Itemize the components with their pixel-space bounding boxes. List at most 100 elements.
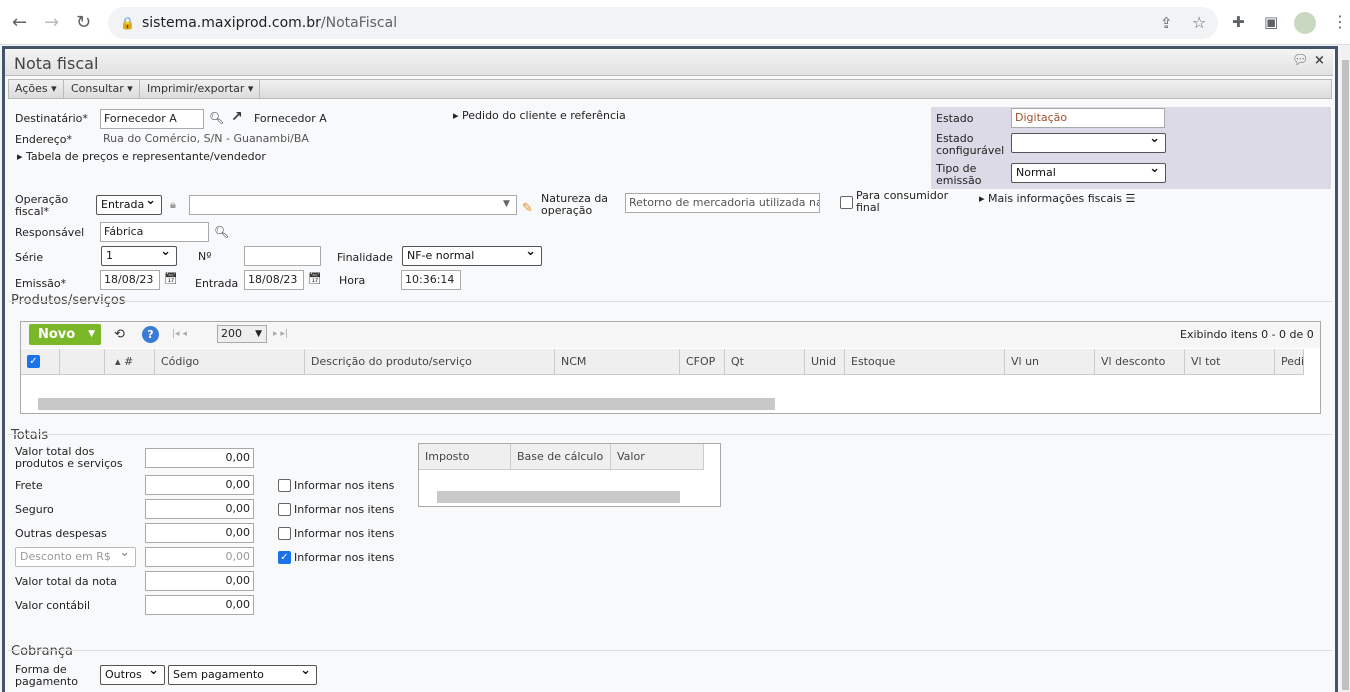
divider xyxy=(8,434,1332,435)
desconto-checkbox[interactable]: ✓ xyxy=(278,551,291,564)
menu-icon[interactable]: ⋮ xyxy=(1332,12,1348,31)
novo-button[interactable]: Novo ▼ xyxy=(29,324,101,345)
column-header-ncm[interactable]: NCM xyxy=(555,349,680,375)
estado-config-select[interactable] xyxy=(1011,130,1166,153)
select-all-checkbox[interactable]: ✓ xyxy=(27,355,40,368)
pedido-link[interactable]: ▸ Pedido do cliente e referência xyxy=(453,110,626,122)
calendar-icon[interactable]: 📅︎ xyxy=(308,272,322,285)
extensions-icon[interactable]: ✚ xyxy=(1232,13,1245,31)
frete-checkbox[interactable] xyxy=(278,479,291,492)
search-icon[interactable]: 🔍︎ xyxy=(214,225,229,239)
hora-input[interactable]: 10:36:14 xyxy=(401,270,461,290)
next-page-icon[interactable]: ▸ ▸| xyxy=(273,329,288,339)
horizontal-scrollbar[interactable] xyxy=(38,398,775,410)
desconto-check-label: Informar nos itens xyxy=(294,551,395,564)
seguro-input[interactable]: 0,00 xyxy=(145,499,254,519)
mais-info-label: Mais informações fiscais xyxy=(988,192,1122,205)
destinatario-link[interactable]: Fornecedor A xyxy=(254,113,327,125)
tipo-emissao-label: Tipo de emissão xyxy=(936,162,982,187)
column-header-base[interactable]: Base de cálculo xyxy=(511,444,611,470)
operacao-select[interactable]: Entrada xyxy=(96,192,162,215)
tipo-emissao-select[interactable]: Normal xyxy=(1011,160,1166,183)
external-link-icon[interactable]: ↗ xyxy=(231,109,243,125)
share-icon[interactable]: ⇪ xyxy=(1160,14,1173,32)
serie-select[interactable]: 1 xyxy=(101,243,177,266)
outras-despesas-input[interactable]: 0,00 xyxy=(145,523,254,543)
comment-icon[interactable]: 💬︎ xyxy=(1292,53,1309,68)
menu-consultar[interactable]: Consultar ▾ xyxy=(65,80,140,98)
first-page-icon[interactable]: |◂ ◂ xyxy=(172,329,187,339)
calendar-icon[interactable]: 📅︎ xyxy=(164,272,178,285)
desconto-input[interactable]: 0,00 xyxy=(145,547,254,567)
frete-check-label: Informar nos itens xyxy=(294,479,395,492)
address-bar[interactable]: 🔒 sistema.maxiprod.com.br/NotaFiscal xyxy=(108,7,1218,39)
column-header-pedido[interactable]: Pedi xyxy=(1275,349,1304,375)
desconto-select[interactable]: Desconto em R$ xyxy=(15,544,136,567)
estado-config-label: Estado configurável xyxy=(936,132,1005,157)
page-size-select[interactable]: 200 ▼ xyxy=(217,325,267,343)
responsavel-label: Responsável xyxy=(15,226,85,239)
operacao-label: Operação fiscal* xyxy=(15,193,69,218)
finalidade-label: Finalidade xyxy=(337,251,393,264)
frete-label: Frete xyxy=(15,479,43,492)
column-header-vl-desconto[interactable]: Vl desconto xyxy=(1095,349,1185,375)
horizontal-scrollbar[interactable] xyxy=(437,491,680,503)
help-icon[interactable]: ? xyxy=(142,326,159,343)
operacao-combo[interactable] xyxy=(189,195,517,215)
mais-info-link[interactable]: ▸ Mais informações fiscais ☰ xyxy=(979,193,1135,205)
novo-label: Novo xyxy=(38,327,76,342)
menu-label: Ações xyxy=(15,82,48,95)
dropdown-icon[interactable]: ▼ xyxy=(503,199,510,209)
tabela-label: Tabela de preços e representante/vendedo… xyxy=(26,150,266,163)
column-header-codigo[interactable]: Código xyxy=(155,349,305,375)
forma-pagamento-select[interactable]: Outros xyxy=(100,662,165,685)
finalidade-select[interactable]: NF-e normal xyxy=(402,243,542,266)
column-header-vl-tot[interactable]: Vl tot xyxy=(1185,349,1275,375)
reload-icon[interactable]: ↻ xyxy=(76,12,91,33)
seguro-label: Seguro xyxy=(15,503,54,516)
cobranca-section-title: Cobrança xyxy=(11,644,73,659)
column-header-cfop[interactable]: CFOP xyxy=(680,349,725,375)
column-header-vl-un[interactable]: Vl un xyxy=(1005,349,1095,375)
column-header-estoque[interactable]: Estoque xyxy=(845,349,1005,375)
entrada-input[interactable]: 18/08/23 xyxy=(244,270,304,290)
column-header-qt[interactable]: Qt xyxy=(725,349,805,375)
consumidor-checkbox[interactable] xyxy=(840,196,853,209)
destinatario-input[interactable]: Fornecedor A xyxy=(100,109,204,129)
seguro-checkbox[interactable] xyxy=(278,503,291,516)
natureza-label: Natureza da operação xyxy=(541,192,609,217)
column-header-imposto[interactable]: Imposto xyxy=(419,444,511,470)
back-icon[interactable]: ← xyxy=(12,12,27,33)
estado-value: Digitação xyxy=(1011,108,1165,128)
entrada-label: Entrada xyxy=(195,277,239,290)
select-all-header[interactable]: ✓ xyxy=(21,349,60,375)
page-scrollbar-thumb[interactable] xyxy=(1342,60,1349,690)
forward-icon[interactable]: → xyxy=(44,12,59,33)
column-header-number[interactable]: ▴ # xyxy=(105,349,155,375)
sidepanel-icon[interactable]: ▣ xyxy=(1264,13,1278,31)
total-nota-input: 0,00 xyxy=(145,571,254,591)
numero-input[interactable] xyxy=(244,246,321,266)
frete-input[interactable]: 0,00 xyxy=(145,475,254,495)
column-header-unid[interactable]: Unid xyxy=(805,349,845,375)
condicao-pagamento-select[interactable]: Sem pagamento xyxy=(168,662,317,685)
column-header-descricao[interactable]: Descrição do produto/serviço xyxy=(305,349,555,375)
star-icon[interactable]: ☆ xyxy=(1192,13,1206,32)
column-header-valor[interactable]: Valor xyxy=(611,444,704,470)
lock-icon: 🔒︎ xyxy=(170,198,176,211)
close-icon[interactable]: × xyxy=(1314,53,1325,68)
emissao-label: Emissão* xyxy=(15,277,67,290)
tabela-link[interactable]: ▸ Tabela de preços e representante/vende… xyxy=(17,151,266,163)
avatar[interactable] xyxy=(1294,12,1316,34)
pencil-icon[interactable]: ✎ xyxy=(522,201,533,216)
responsavel-input[interactable]: Fábrica xyxy=(100,222,209,242)
refresh-icon[interactable]: ⟲ xyxy=(114,327,125,342)
menu-acoes[interactable]: Ações ▾ xyxy=(9,80,64,98)
emissao-input[interactable]: 18/08/23 xyxy=(100,270,160,290)
outras-checkbox[interactable] xyxy=(278,527,291,540)
natureza-input[interactable]: Retorno de mercadoria utilizada na xyxy=(625,193,820,213)
grid-status: Exibindo itens 0 - 0 de 0 xyxy=(1180,328,1314,341)
search-icon[interactable]: 🔍︎ xyxy=(209,111,224,125)
menu-imprimir[interactable]: Imprimir/exportar ▾ xyxy=(141,80,261,98)
menu-label: Imprimir/exportar xyxy=(147,82,245,95)
